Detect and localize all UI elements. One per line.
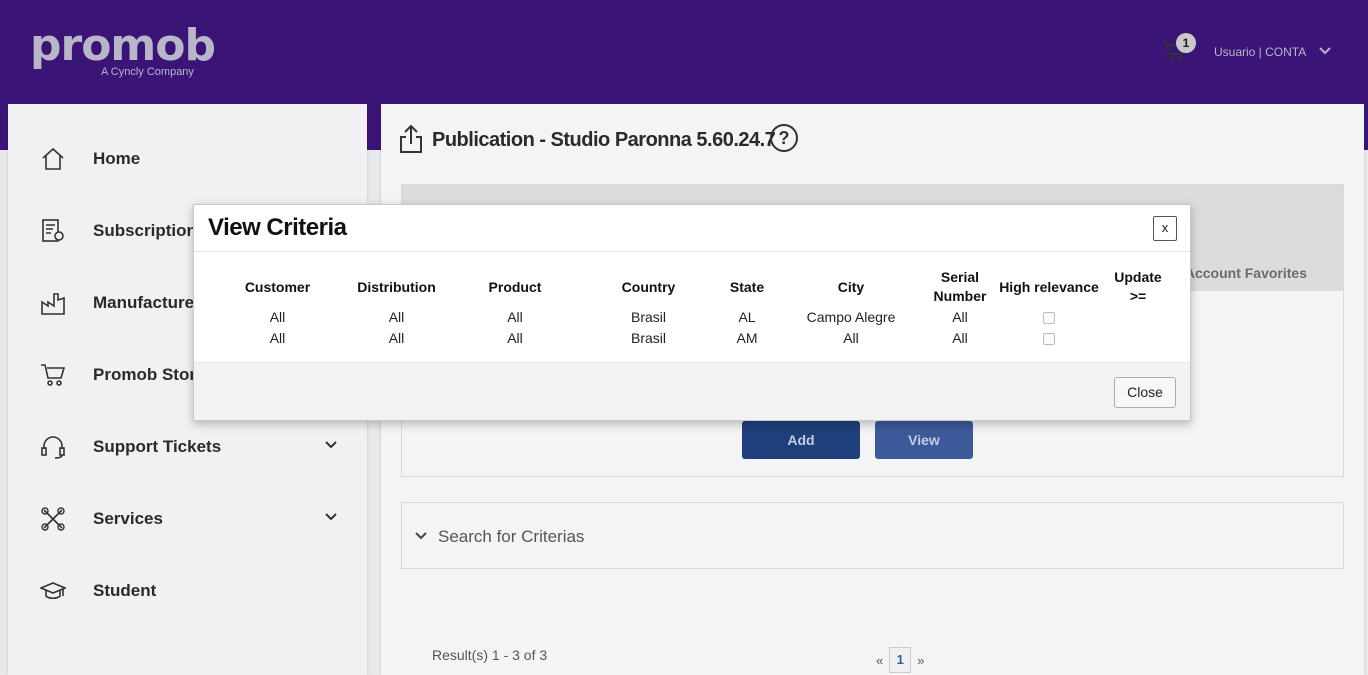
cell-high-relevance: [991, 306, 1107, 327]
high-relevance-checkbox[interactable]: [1043, 332, 1055, 345]
column-header: Customer: [244, 278, 311, 295]
cell-distribution: All: [388, 329, 405, 346]
column-header: State: [729, 278, 765, 295]
cell-city: Campo Alegre: [806, 308, 896, 325]
cell-distribution: All: [388, 308, 405, 325]
modal-footer: Close: [194, 362, 1190, 420]
cell-product: All: [507, 308, 523, 325]
column-header: Distribution: [357, 278, 436, 295]
modal-close-x-button[interactable]: x: [1153, 216, 1177, 241]
table-header-row: Customer Distribution Product Country St…: [216, 268, 1169, 306]
modal-header: View Criteria x: [194, 205, 1190, 252]
cell-customer: All: [269, 308, 286, 325]
table-row: All All All Brasil AL Campo Alegre All: [216, 306, 1169, 327]
close-button[interactable]: Close: [1114, 377, 1176, 408]
view-criteria-modal: View Criteria x Customer Distribution Pr…: [193, 204, 1191, 421]
table-row: All All All Brasil AM All All: [216, 327, 1169, 348]
modal-title: View Criteria: [208, 214, 347, 241]
column-header: Update >=: [1114, 269, 1162, 304]
cell-serial: All: [952, 329, 968, 346]
cell-customer: All: [269, 329, 286, 346]
column-header: Serial Number: [933, 269, 987, 304]
cell-product: All: [507, 329, 523, 346]
cell-state: AL: [738, 308, 756, 325]
column-header: City: [837, 278, 865, 295]
cell-country: Brasil: [630, 329, 666, 346]
cell-serial: All: [952, 308, 968, 325]
cell-state: AM: [736, 329, 758, 346]
cell-country: Brasil: [630, 308, 666, 325]
criteria-table: Customer Distribution Product Country St…: [216, 268, 1169, 348]
column-header: Country: [621, 278, 676, 295]
column-header: Product: [488, 278, 542, 295]
cell-city: All: [843, 329, 859, 346]
modal-body: Customer Distribution Product Country St…: [194, 252, 1190, 362]
cell-high-relevance: [991, 327, 1107, 348]
high-relevance-checkbox[interactable]: [1043, 311, 1055, 324]
column-header: High relevance: [999, 278, 1099, 295]
cell-update: [1107, 306, 1169, 327]
cell-update: [1107, 327, 1169, 348]
